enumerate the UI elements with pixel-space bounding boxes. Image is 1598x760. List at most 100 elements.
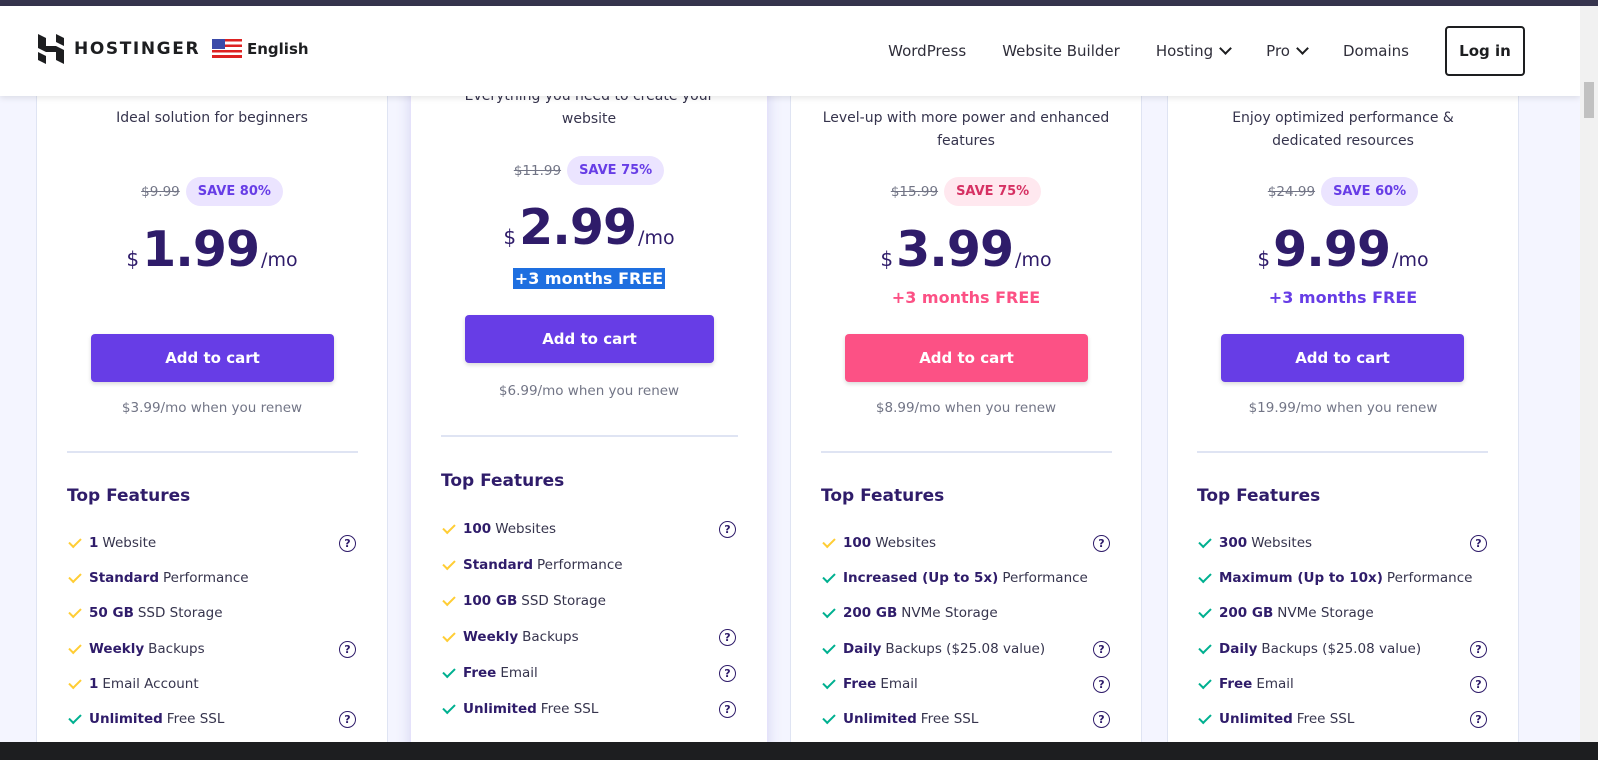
feature-bold: 100 GB bbox=[463, 593, 518, 609]
feature-item: Standard Performance bbox=[442, 556, 623, 573]
add-to-cart-button[interactable]: Add to cart bbox=[91, 334, 334, 382]
feature-text: Email bbox=[880, 676, 918, 692]
help-icon[interactable]: ? bbox=[1093, 676, 1110, 693]
feature-item: Weekly Backups bbox=[68, 640, 205, 657]
feature-text: NVMe Storage bbox=[901, 605, 998, 621]
renew-price: $8.99/mo when you renew bbox=[875, 400, 1057, 416]
price-amount: 3.99 bbox=[896, 221, 1014, 278]
feature-item: 50 GB SSD Storage bbox=[68, 604, 223, 621]
check-icon bbox=[442, 628, 456, 642]
help-icon[interactable]: ? bbox=[1093, 711, 1110, 728]
plan-card-business: Level-up with more power and enhanced fe… bbox=[790, 60, 1142, 760]
feature-bold: 300 bbox=[1219, 535, 1248, 551]
help-icon[interactable]: ? bbox=[719, 629, 736, 646]
plan-price: $ 1.99 /mo bbox=[37, 221, 387, 278]
feature-bold: 100 bbox=[463, 521, 492, 537]
feature-item: 1 Website bbox=[68, 534, 156, 551]
feature-item: Free Email bbox=[442, 664, 538, 681]
check-icon bbox=[822, 675, 836, 689]
feature-bold: Maximum (Up to 10x) bbox=[1219, 570, 1383, 586]
feature-text: Websites bbox=[495, 521, 557, 537]
help-icon[interactable]: ? bbox=[1470, 535, 1487, 552]
feature-bold: Unlimited bbox=[89, 711, 163, 727]
check-icon bbox=[822, 640, 836, 654]
old-price: $15.99 bbox=[890, 183, 939, 200]
feature-item: 200 GB NVMe Storage bbox=[822, 604, 998, 621]
price-period: /mo bbox=[1392, 249, 1429, 271]
feature-bold: Weekly bbox=[463, 629, 519, 645]
nav-label: Pro bbox=[1266, 42, 1290, 60]
feature-bold: Unlimited bbox=[463, 701, 537, 717]
help-icon[interactable]: ? bbox=[719, 665, 736, 682]
price-period: /mo bbox=[261, 249, 298, 271]
currency-symbol: $ bbox=[503, 225, 517, 249]
feature-item: Unlimited Free SSL bbox=[1198, 710, 1354, 727]
features-title: Top Features bbox=[441, 471, 565, 491]
check-icon bbox=[822, 534, 836, 548]
plan-price: $ 2.99 /mo bbox=[411, 199, 767, 256]
chevron-down-icon bbox=[1219, 42, 1233, 55]
plan-description: Ideal solution for beginners bbox=[116, 110, 308, 126]
language-label: English bbox=[247, 39, 309, 58]
nav-pro[interactable]: Pro bbox=[1266, 42, 1309, 60]
add-to-cart-button[interactable]: Add to cart bbox=[465, 315, 714, 363]
language-selector[interactable]: English bbox=[212, 39, 309, 58]
feature-item: Standard Performance bbox=[68, 569, 249, 586]
nav-hosting[interactable]: Hosting bbox=[1155, 42, 1233, 60]
feature-bold: Daily bbox=[1219, 641, 1258, 657]
add-to-cart-button[interactable]: Add to cart bbox=[845, 334, 1088, 382]
help-icon[interactable]: ? bbox=[1470, 711, 1487, 728]
features-title: Top Features bbox=[1197, 486, 1321, 506]
check-icon bbox=[822, 569, 836, 583]
feature-text: Performance bbox=[163, 570, 249, 586]
feature-bold: 200 GB bbox=[843, 605, 898, 621]
price-period: /mo bbox=[1015, 249, 1052, 271]
divider bbox=[67, 451, 358, 453]
price-amount: 2.99 bbox=[519, 199, 637, 256]
feature-text: Performance bbox=[537, 557, 623, 573]
check-icon bbox=[68, 640, 82, 654]
help-icon[interactable]: ? bbox=[339, 711, 356, 728]
bonus-text-selected: +3 months FREE bbox=[512, 268, 666, 289]
currency-symbol: $ bbox=[126, 247, 140, 271]
plan-card-single: Ideal solution for beginners $9.99 SAVE … bbox=[36, 60, 388, 760]
help-icon[interactable]: ? bbox=[1470, 676, 1487, 693]
feature-item: Unlimited Free SSL bbox=[442, 700, 598, 717]
save-badge: SAVE 80% bbox=[185, 177, 283, 206]
bonus-months: +3 months FREE bbox=[891, 288, 1041, 307]
help-icon[interactable]: ? bbox=[339, 535, 356, 552]
nav-domains[interactable]: Domains bbox=[1343, 42, 1409, 60]
add-to-cart-button[interactable]: Add to cart bbox=[1221, 334, 1464, 382]
scrollbar-thumb[interactable] bbox=[1584, 82, 1594, 118]
help-icon[interactable]: ? bbox=[1093, 641, 1110, 658]
check-icon bbox=[442, 592, 456, 606]
help-icon[interactable]: ? bbox=[339, 641, 356, 658]
old-price: $11.99 bbox=[513, 162, 562, 179]
help-icon[interactable]: ? bbox=[719, 521, 736, 538]
nav-label: Hosting bbox=[1155, 42, 1214, 60]
check-icon bbox=[68, 710, 82, 724]
feature-bold: Free bbox=[463, 665, 497, 681]
feature-text: SSD Storage bbox=[137, 605, 223, 621]
feature-text: Free SSL bbox=[166, 711, 225, 727]
help-icon[interactable]: ? bbox=[1093, 535, 1110, 552]
feature-bold: Daily bbox=[843, 641, 882, 657]
hostinger-logo[interactable]: HOSTINGER bbox=[38, 34, 200, 64]
nav-wordpress[interactable]: WordPress bbox=[888, 42, 966, 60]
check-icon bbox=[442, 664, 456, 678]
vertical-scrollbar[interactable] bbox=[1580, 6, 1598, 742]
check-icon bbox=[1198, 604, 1212, 618]
save-badge: SAVE 75% bbox=[944, 177, 1042, 206]
nav-website-builder[interactable]: Website Builder bbox=[1002, 42, 1120, 60]
feature-bold: Weekly bbox=[89, 641, 145, 657]
check-icon bbox=[442, 700, 456, 714]
divider bbox=[1197, 451, 1488, 453]
check-icon bbox=[442, 556, 456, 570]
currency-symbol: $ bbox=[880, 247, 894, 271]
feature-bold: 1 bbox=[89, 535, 99, 551]
help-icon[interactable]: ? bbox=[1470, 641, 1487, 658]
login-button[interactable]: Log in bbox=[1445, 26, 1525, 76]
feature-item: 100 Websites bbox=[442, 520, 557, 537]
feature-item: Maximum (Up to 10x) Performance bbox=[1198, 569, 1472, 586]
help-icon[interactable]: ? bbox=[719, 701, 736, 718]
